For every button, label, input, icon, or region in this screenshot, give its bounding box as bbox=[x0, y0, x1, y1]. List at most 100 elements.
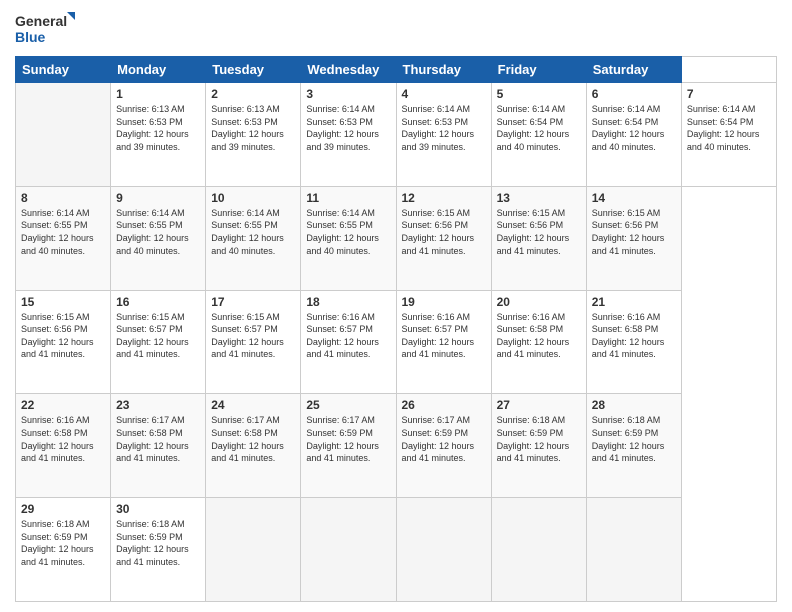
calendar-day-cell: 25 Sunrise: 6:17 AMSunset: 6:59 PMDaylig… bbox=[301, 394, 396, 498]
calendar-day-cell: 3 Sunrise: 6:14 AMSunset: 6:53 PMDayligh… bbox=[301, 83, 396, 187]
day-info: Sunrise: 6:14 AMSunset: 6:55 PMDaylight:… bbox=[116, 207, 200, 257]
day-number: 2 bbox=[211, 87, 295, 101]
day-info: Sunrise: 6:14 AMSunset: 6:54 PMDaylight:… bbox=[687, 103, 771, 153]
day-info: Sunrise: 6:17 AMSunset: 6:59 PMDaylight:… bbox=[402, 414, 486, 464]
day-number: 30 bbox=[116, 502, 200, 516]
day-number: 25 bbox=[306, 398, 390, 412]
calendar-day-cell bbox=[491, 498, 586, 602]
calendar-day-cell bbox=[16, 83, 111, 187]
calendar-day-cell: 28 Sunrise: 6:18 AMSunset: 6:59 PMDaylig… bbox=[586, 394, 681, 498]
day-number: 22 bbox=[21, 398, 105, 412]
calendar-day-header: Wednesday bbox=[301, 57, 396, 83]
calendar-day-header: Thursday bbox=[396, 57, 491, 83]
day-number: 1 bbox=[116, 87, 200, 101]
calendar-day-cell: 12 Sunrise: 6:15 AMSunset: 6:56 PMDaylig… bbox=[396, 186, 491, 290]
day-info: Sunrise: 6:14 AMSunset: 6:55 PMDaylight:… bbox=[211, 207, 295, 257]
day-info: Sunrise: 6:16 AMSunset: 6:57 PMDaylight:… bbox=[402, 311, 486, 361]
day-number: 13 bbox=[497, 191, 581, 205]
page: General Blue SundayMondayTuesdayWednesda… bbox=[0, 0, 792, 612]
calendar-day-header: Tuesday bbox=[206, 57, 301, 83]
calendar-day-cell: 14 Sunrise: 6:15 AMSunset: 6:56 PMDaylig… bbox=[586, 186, 681, 290]
calendar-day-cell: 11 Sunrise: 6:14 AMSunset: 6:55 PMDaylig… bbox=[301, 186, 396, 290]
day-number: 26 bbox=[402, 398, 486, 412]
day-number: 5 bbox=[497, 87, 581, 101]
day-info: Sunrise: 6:16 AMSunset: 6:58 PMDaylight:… bbox=[21, 414, 105, 464]
day-number: 3 bbox=[306, 87, 390, 101]
day-info: Sunrise: 6:14 AMSunset: 6:53 PMDaylight:… bbox=[402, 103, 486, 153]
calendar-day-header: Friday bbox=[491, 57, 586, 83]
day-info: Sunrise: 6:14 AMSunset: 6:55 PMDaylight:… bbox=[306, 207, 390, 257]
calendar-week-row: 29 Sunrise: 6:18 AMSunset: 6:59 PMDaylig… bbox=[16, 498, 777, 602]
day-info: Sunrise: 6:15 AMSunset: 6:57 PMDaylight:… bbox=[211, 311, 295, 361]
calendar-day-header: Sunday bbox=[16, 57, 111, 83]
calendar-day-cell: 15 Sunrise: 6:15 AMSunset: 6:56 PMDaylig… bbox=[16, 290, 111, 394]
calendar-day-cell bbox=[586, 498, 681, 602]
day-info: Sunrise: 6:13 AMSunset: 6:53 PMDaylight:… bbox=[116, 103, 200, 153]
day-info: Sunrise: 6:15 AMSunset: 6:57 PMDaylight:… bbox=[116, 311, 200, 361]
calendar-day-cell: 10 Sunrise: 6:14 AMSunset: 6:55 PMDaylig… bbox=[206, 186, 301, 290]
calendar-day-cell: 6 Sunrise: 6:14 AMSunset: 6:54 PMDayligh… bbox=[586, 83, 681, 187]
calendar-day-cell: 17 Sunrise: 6:15 AMSunset: 6:57 PMDaylig… bbox=[206, 290, 301, 394]
day-number: 15 bbox=[21, 295, 105, 309]
day-number: 24 bbox=[211, 398, 295, 412]
calendar-day-cell bbox=[396, 498, 491, 602]
calendar-day-cell: 21 Sunrise: 6:16 AMSunset: 6:58 PMDaylig… bbox=[586, 290, 681, 394]
day-info: Sunrise: 6:18 AMSunset: 6:59 PMDaylight:… bbox=[116, 518, 200, 568]
day-info: Sunrise: 6:15 AMSunset: 6:56 PMDaylight:… bbox=[497, 207, 581, 257]
svg-text:General: General bbox=[15, 13, 67, 29]
day-number: 23 bbox=[116, 398, 200, 412]
day-number: 7 bbox=[687, 87, 771, 101]
calendar-day-cell: 8 Sunrise: 6:14 AMSunset: 6:55 PMDayligh… bbox=[16, 186, 111, 290]
calendar-day-cell: 26 Sunrise: 6:17 AMSunset: 6:59 PMDaylig… bbox=[396, 394, 491, 498]
day-info: Sunrise: 6:15 AMSunset: 6:56 PMDaylight:… bbox=[592, 207, 676, 257]
day-info: Sunrise: 6:16 AMSunset: 6:58 PMDaylight:… bbox=[592, 311, 676, 361]
calendar-table: SundayMondayTuesdayWednesdayThursdayFrid… bbox=[15, 56, 777, 602]
calendar-day-cell: 29 Sunrise: 6:18 AMSunset: 6:59 PMDaylig… bbox=[16, 498, 111, 602]
header: General Blue bbox=[15, 10, 777, 48]
calendar-week-row: 1 Sunrise: 6:13 AMSunset: 6:53 PMDayligh… bbox=[16, 83, 777, 187]
logo-svg: General Blue bbox=[15, 10, 75, 48]
calendar-day-cell: 4 Sunrise: 6:14 AMSunset: 6:53 PMDayligh… bbox=[396, 83, 491, 187]
day-info: Sunrise: 6:16 AMSunset: 6:58 PMDaylight:… bbox=[497, 311, 581, 361]
calendar-day-cell: 5 Sunrise: 6:14 AMSunset: 6:54 PMDayligh… bbox=[491, 83, 586, 187]
day-number: 16 bbox=[116, 295, 200, 309]
calendar-day-cell: 7 Sunrise: 6:14 AMSunset: 6:54 PMDayligh… bbox=[681, 83, 776, 187]
day-number: 6 bbox=[592, 87, 676, 101]
day-number: 19 bbox=[402, 295, 486, 309]
day-number: 4 bbox=[402, 87, 486, 101]
day-info: Sunrise: 6:16 AMSunset: 6:57 PMDaylight:… bbox=[306, 311, 390, 361]
calendar-day-cell bbox=[206, 498, 301, 602]
day-number: 18 bbox=[306, 295, 390, 309]
calendar-day-cell: 16 Sunrise: 6:15 AMSunset: 6:57 PMDaylig… bbox=[111, 290, 206, 394]
day-number: 9 bbox=[116, 191, 200, 205]
calendar-header-row: SundayMondayTuesdayWednesdayThursdayFrid… bbox=[16, 57, 777, 83]
calendar-day-cell: 27 Sunrise: 6:18 AMSunset: 6:59 PMDaylig… bbox=[491, 394, 586, 498]
calendar-day-header: Saturday bbox=[586, 57, 681, 83]
day-info: Sunrise: 6:18 AMSunset: 6:59 PMDaylight:… bbox=[592, 414, 676, 464]
day-info: Sunrise: 6:15 AMSunset: 6:56 PMDaylight:… bbox=[21, 311, 105, 361]
calendar-day-cell: 20 Sunrise: 6:16 AMSunset: 6:58 PMDaylig… bbox=[491, 290, 586, 394]
day-info: Sunrise: 6:14 AMSunset: 6:54 PMDaylight:… bbox=[592, 103, 676, 153]
calendar-day-cell: 13 Sunrise: 6:15 AMSunset: 6:56 PMDaylig… bbox=[491, 186, 586, 290]
svg-text:Blue: Blue bbox=[15, 29, 46, 45]
day-number: 20 bbox=[497, 295, 581, 309]
day-number: 17 bbox=[211, 295, 295, 309]
day-number: 8 bbox=[21, 191, 105, 205]
calendar-day-cell: 18 Sunrise: 6:16 AMSunset: 6:57 PMDaylig… bbox=[301, 290, 396, 394]
day-info: Sunrise: 6:13 AMSunset: 6:53 PMDaylight:… bbox=[211, 103, 295, 153]
day-info: Sunrise: 6:14 AMSunset: 6:53 PMDaylight:… bbox=[306, 103, 390, 153]
calendar-day-cell: 24 Sunrise: 6:17 AMSunset: 6:58 PMDaylig… bbox=[206, 394, 301, 498]
day-info: Sunrise: 6:17 AMSunset: 6:58 PMDaylight:… bbox=[211, 414, 295, 464]
day-info: Sunrise: 6:17 AMSunset: 6:59 PMDaylight:… bbox=[306, 414, 390, 464]
calendar-day-cell: 23 Sunrise: 6:17 AMSunset: 6:58 PMDaylig… bbox=[111, 394, 206, 498]
day-number: 14 bbox=[592, 191, 676, 205]
day-info: Sunrise: 6:14 AMSunset: 6:54 PMDaylight:… bbox=[497, 103, 581, 153]
day-info: Sunrise: 6:18 AMSunset: 6:59 PMDaylight:… bbox=[497, 414, 581, 464]
day-number: 12 bbox=[402, 191, 486, 205]
calendar-day-cell: 9 Sunrise: 6:14 AMSunset: 6:55 PMDayligh… bbox=[111, 186, 206, 290]
logo: General Blue bbox=[15, 10, 75, 48]
day-number: 27 bbox=[497, 398, 581, 412]
day-number: 28 bbox=[592, 398, 676, 412]
day-info: Sunrise: 6:18 AMSunset: 6:59 PMDaylight:… bbox=[21, 518, 105, 568]
calendar-week-row: 15 Sunrise: 6:15 AMSunset: 6:56 PMDaylig… bbox=[16, 290, 777, 394]
